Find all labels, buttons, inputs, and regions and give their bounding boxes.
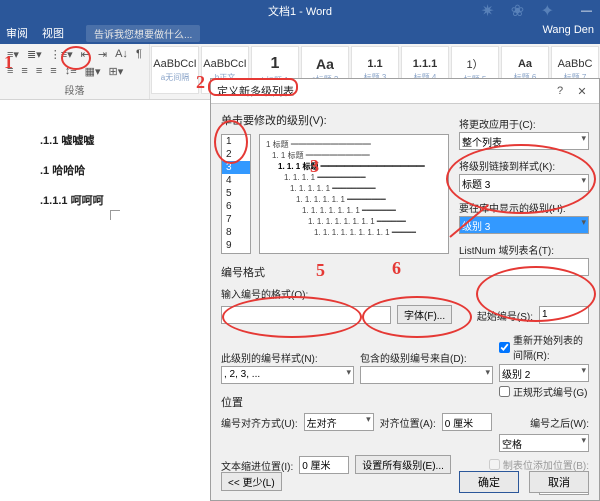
num-style-select[interactable]	[221, 366, 354, 384]
align-at-label: 对齐位置(A):	[380, 415, 436, 430]
borders-icon[interactable]: ⊞▾	[106, 63, 127, 80]
apply-to-select[interactable]	[459, 132, 589, 150]
align-select[interactable]	[304, 413, 374, 431]
dialog-help-icon[interactable]: ?	[549, 85, 571, 97]
font-button[interactable]: 字体(F)...	[397, 305, 452, 324]
ribbon-tabs: 审阅 视图 告诉我您想要做什么... Wang Den	[0, 22, 600, 44]
link-style-select[interactable]	[459, 174, 589, 192]
indent-label: 文本缩进位置(I):	[221, 458, 293, 473]
decoration: ✷ ❀ ✦	[481, 1, 560, 21]
set-all-button[interactable]: 设置所有级别(E)...	[355, 455, 451, 474]
align-label: 编号对齐方式(U):	[221, 415, 298, 430]
level-item-1[interactable]: 1	[222, 135, 250, 148]
numbering-icon[interactable]: ≣▾	[24, 46, 45, 63]
doc-line-2: .1 哈哈哈	[40, 162, 200, 178]
tabstop-checkbox	[489, 459, 500, 470]
style-no-spacing[interactable]: AaBbCcIa无间隔	[151, 46, 199, 94]
preview-line-selected: 1. 1. 1 标题 ━━━━━━━━━━━━━	[266, 161, 442, 172]
level-item-8[interactable]: 8	[222, 226, 250, 239]
level-item-5[interactable]: 5	[222, 187, 250, 200]
align-left-icon[interactable]: ≡	[4, 63, 16, 80]
preview-line: 1 标题 ━━━━━━━━━━	[266, 139, 442, 150]
show-marks-icon[interactable]: ¶	[133, 46, 145, 63]
cancel-button[interactable]: 取消	[529, 471, 589, 493]
start-at-input[interactable]	[539, 306, 589, 324]
listnum-label: ListNum 域列表名(T):	[459, 242, 589, 257]
align-right-icon[interactable]: ≡	[33, 63, 45, 80]
follow-select[interactable]	[499, 434, 589, 452]
dialog-title: 定义新多级列表	[217, 83, 549, 99]
define-multilevel-list-dialog: 定义新多级列表 ? ✕ 单击要修改的级别(V): 1 2 3 4 5 6 7 8…	[210, 78, 600, 501]
line-spacing-icon[interactable]: ↕≡	[62, 63, 80, 80]
dialog-close-icon[interactable]: ✕	[571, 85, 593, 98]
list-preview: 1 标题 ━━━━━━━━━━ 1. 1 标题 ━━━━━━━━ 1. 1. 1…	[259, 134, 449, 254]
enter-format-label: 输入编号的格式(O):	[221, 286, 341, 301]
user-name[interactable]: Wang Den	[542, 24, 594, 36]
apply-to-label: 将更改应用于(C):	[459, 116, 589, 131]
level-item-7[interactable]: 7	[222, 213, 250, 226]
start-at-label: 起始编号(S):	[477, 308, 533, 323]
level-item-4[interactable]: 4	[222, 174, 250, 187]
level-listbox[interactable]: 1 2 3 4 5 6 7 8 9	[221, 134, 251, 254]
decrease-indent-icon[interactable]: ⇤	[78, 46, 93, 63]
multilevel-icon[interactable]: ⋮≡▾	[47, 46, 76, 63]
num-style-label: 此级别的编号样式(N):	[221, 350, 354, 365]
tab-view[interactable]: 视图	[42, 25, 64, 41]
preview-line: 1. 1. 1. 1. 1. 1. 1 ━━━━━━━	[266, 205, 442, 216]
gallery-label: 要在库中显示的级别(H):	[459, 200, 589, 215]
level-item-2[interactable]: 2	[222, 148, 250, 161]
doc-line-3: .1.1.1 呵呵呵	[40, 192, 200, 208]
level-item-3[interactable]: 3	[222, 161, 250, 174]
tab-review[interactable]: 审阅	[6, 25, 28, 41]
align-center-icon[interactable]: ≡	[18, 63, 30, 80]
align-justify-icon[interactable]: ≡	[47, 63, 59, 80]
doc-line-1: .1.1 嘘嘘嘘	[40, 132, 200, 148]
gallery-select[interactable]	[459, 216, 589, 234]
tabstop-checkbox-row: 制表位添加位置(B):	[489, 457, 589, 472]
increase-indent-icon[interactable]: ⇥	[95, 46, 110, 63]
align-at-input[interactable]	[442, 413, 492, 431]
click-level-label: 单击要修改的级别(V):	[221, 115, 327, 127]
restart-checkbox[interactable]	[499, 342, 510, 353]
tabstop-label: 制表位添加位置(B):	[503, 457, 589, 472]
window-title: 文档1 - Word	[268, 3, 332, 19]
paragraph-group-label: 段落	[4, 82, 145, 97]
format-section-label: 编号格式	[221, 264, 589, 280]
position-section-label: 位置	[221, 394, 589, 410]
preview-line: 1. 1 标题 ━━━━━━━━	[266, 150, 442, 161]
less-button[interactable]: << 更少(L)	[221, 472, 282, 491]
bullets-icon[interactable]: ≡▾	[4, 46, 22, 63]
include-from-label: 包含的级别编号来自(D):	[360, 350, 493, 365]
level-item-6[interactable]: 6	[222, 200, 250, 213]
tell-me-input[interactable]: 告诉我您想要做什么...	[86, 25, 200, 42]
include-from-select[interactable]	[360, 366, 493, 384]
ok-button[interactable]: 确定	[459, 471, 519, 493]
preview-line: 1. 1. 1. 1. 1 ━━━━━━━━━	[266, 183, 442, 194]
document-canvas[interactable]: .1.1 嘘嘘嘘 .1 哈哈哈 .1.1.1 呵呵呵	[0, 100, 210, 501]
paragraph-group: ≡▾ ≣▾ ⋮≡▾ ⇤ ⇥ A↓ ¶ ≡ ≡ ≡ ≡ ↕≡ ▦▾ ⊞▾ 段落	[0, 44, 150, 99]
sort-icon[interactable]: A↓	[112, 46, 131, 63]
restart-label: 重新开始列表的间隔(R):	[513, 332, 589, 362]
restart-checkbox-row[interactable]: 重新开始列表的间隔(R):	[499, 332, 589, 362]
preview-line: 1. 1. 1. 1. 1. 1 ━━━━━━━━	[266, 194, 442, 205]
preview-line: 1. 1. 1. 1. 1. 1. 1. 1. 1 ━━━━━	[266, 227, 442, 238]
preview-line: 1. 1. 1. 1. 1. 1. 1. 1 ━━━━━━	[266, 216, 442, 227]
enter-format-input[interactable]	[221, 306, 391, 324]
link-style-label: 将级别链接到样式(K):	[459, 158, 589, 173]
shading-icon[interactable]: ▦▾	[82, 63, 104, 80]
dialog-titlebar: 定义新多级列表 ? ✕	[211, 79, 599, 104]
follow-label: 编号之后(W):	[530, 415, 589, 430]
title-bar: 文档1 - Word — ✷ ❀ ✦	[0, 0, 600, 22]
level-item-9[interactable]: 9	[222, 239, 250, 252]
preview-line: 1. 1. 1. 1 ━━━━━━━━━━	[266, 172, 442, 183]
page-corner-mark	[110, 210, 120, 220]
restart-select[interactable]	[499, 364, 589, 382]
indent-input[interactable]	[299, 456, 349, 474]
window-min-icon[interactable]: —	[581, 5, 592, 17]
